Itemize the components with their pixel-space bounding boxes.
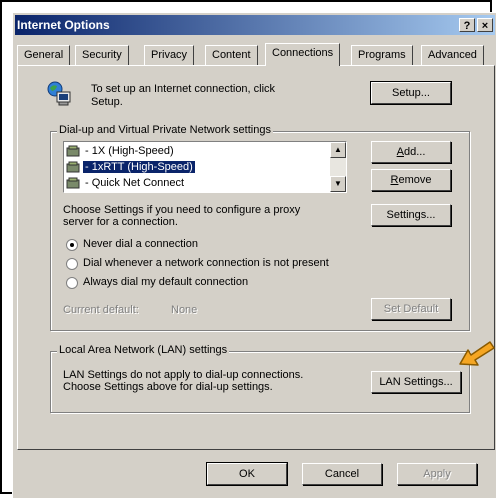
lan-text-line1: LAN Settings do not apply to dial-up con…: [63, 369, 304, 381]
settings-text-line2: server for a connection.: [63, 216, 178, 228]
radio-never-dial-label[interactable]: Never dial a connection: [83, 238, 198, 250]
network-connection-icon: [47, 81, 73, 107]
tab-security[interactable]: Security: [75, 45, 129, 65]
phone-connection-icon: [66, 161, 80, 173]
setup-button[interactable]: Setup...: [370, 81, 452, 105]
set-default-button[interactable]: Set Default: [371, 298, 451, 320]
list-item[interactable]: - Quick Net Connect: [66, 175, 186, 191]
radio-always-dial[interactable]: [66, 277, 78, 289]
help-button[interactable]: ?: [459, 18, 475, 32]
scroll-up-button[interactable]: ▲: [330, 142, 346, 158]
radio-dial-whenever-label[interactable]: Dial whenever a network connection is no…: [83, 257, 329, 269]
tab-general[interactable]: General: [17, 45, 71, 65]
lan-group-label: Local Area Network (LAN) settings: [57, 344, 230, 356]
lan-text-line2: Choose Settings above for dial-up settin…: [63, 381, 273, 393]
apply-button[interactable]: Apply: [397, 463, 477, 485]
tab-privacy[interactable]: Privacy: [144, 45, 195, 65]
list-item[interactable]: - 1X (High-Speed): [66, 143, 176, 159]
remove-button[interactable]: Remove: [371, 169, 451, 191]
title-bar: Internet Options ? ×: [15, 15, 495, 35]
scroll-down-button[interactable]: ▼: [330, 176, 346, 192]
internet-options-dialog: Internet Options ? × General Security Pr…: [12, 12, 496, 498]
close-button[interactable]: ×: [477, 18, 493, 32]
scroll-track[interactable]: [330, 158, 346, 176]
settings-button[interactable]: Settings...: [371, 204, 451, 226]
pointer-arrow-icon: [454, 332, 496, 374]
phone-connection-icon: [66, 145, 80, 157]
connection-name: - Quick Net Connect: [85, 177, 185, 189]
current-default-value: None: [171, 304, 198, 316]
phone-connection-icon: [66, 177, 80, 189]
settings-text-line1: Choose Settings if you need to configure…: [63, 204, 301, 216]
connections-listbox[interactable]: - 1X (High-Speed) - 1xRTT (High-Speed) -…: [63, 141, 347, 193]
radio-never-dial[interactable]: [66, 239, 78, 251]
tab-advanced[interactable]: Advanced: [421, 45, 484, 65]
dialup-group-label: Dial-up and Virtual Private Network sett…: [57, 124, 273, 136]
setup-text-line1: To set up an Internet connection, click: [91, 83, 276, 95]
tab-connections[interactable]: Connections: [265, 43, 341, 66]
current-default-label: Current default:: [63, 304, 139, 316]
tab-programs[interactable]: Programs: [351, 45, 413, 65]
tab-content[interactable]: Content: [205, 45, 258, 65]
add-button[interactable]: Add...: [371, 141, 451, 163]
tab-strip: General Security Privacy Content Connect…: [17, 43, 496, 66]
cancel-button[interactable]: Cancel: [302, 463, 382, 485]
connection-name: - 1X (High-Speed): [85, 145, 174, 157]
list-item-selected[interactable]: - 1xRTT (High-Speed): [66, 159, 195, 175]
radio-always-dial-label[interactable]: Always dial my default connection: [83, 276, 248, 288]
window-title: Internet Options: [17, 18, 110, 32]
lan-settings-button[interactable]: LAN Settings...: [371, 371, 461, 393]
connection-name: - 1xRTT (High-Speed): [83, 161, 195, 173]
setup-text-line2: Setup.: [91, 96, 123, 108]
ok-button[interactable]: OK: [206, 462, 288, 486]
radio-dial-whenever[interactable]: [66, 258, 78, 270]
